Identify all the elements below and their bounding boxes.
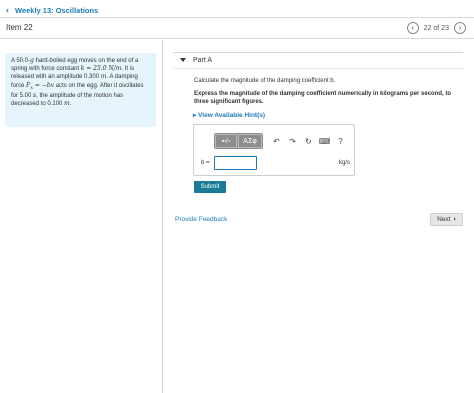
back-link-label: Weekly 13: Oscillations — [15, 5, 99, 15]
back-to-assignment-link[interactable]: ‹ Weekly 13: Oscillations — [6, 4, 98, 16]
answer-input[interactable] — [214, 156, 257, 170]
answer-panel: Part A Calculate the magnitude of the da… — [163, 40, 474, 393]
next-item-button[interactable]: › — [454, 22, 466, 34]
part-a-header[interactable]: Part A — [173, 52, 463, 69]
undo-icon[interactable]: ↶ — [269, 134, 284, 148]
part-label: Part A — [193, 57, 213, 64]
problem-panel: A 50.0-g hard-boiled egg moves on the en… — [0, 40, 163, 393]
item-counter: 22 of 23 — [423, 24, 449, 32]
view-hints-link[interactable]: ▸ View Available Hint(s) — [193, 111, 265, 119]
keyboard-icon[interactable]: ⌨ — [317, 134, 332, 148]
unit-label: kg/s — [339, 160, 351, 166]
chevron-right-icon: › — [458, 23, 462, 32]
item-title: Item 22 — [6, 23, 33, 32]
reset-icon[interactable]: ↻ — [301, 134, 316, 148]
collapse-triangle-icon[interactable] — [180, 58, 186, 62]
problem-statement: A 50.0-g hard-boiled egg moves on the en… — [5, 53, 156, 127]
answer-instructions: Express the magnitude of the damping coe… — [194, 91, 452, 105]
chevron-right-icon: › — [453, 216, 456, 223]
chevron-left-icon: ‹ — [411, 23, 415, 32]
template-group: ▪√▫ ΑΣφ — [214, 133, 263, 149]
templates-button[interactable]: ▪√▫ — [215, 134, 237, 148]
math-toolbar: ▪√▫ ΑΣφ ↶ ↷ ↻ ⌨ ? — [214, 133, 348, 149]
chevron-left-icon: ‹ — [6, 4, 9, 15]
item-pager: ‹ 22 of 23 › — [406, 22, 466, 34]
help-button[interactable]: ? — [333, 134, 348, 148]
greek-symbols-button[interactable]: ΑΣφ — [238, 134, 262, 148]
redo-icon[interactable]: ↷ — [285, 134, 300, 148]
next-button[interactable]: Next › — [430, 213, 463, 226]
answer-entry-box: ▪√▫ ΑΣφ ↶ ↷ ↻ ⌨ ? b = kg/s — [193, 124, 355, 176]
submit-button[interactable]: Submit — [194, 181, 226, 193]
item-header: Item 22 ‹ 22 of 23 › — [0, 17, 474, 39]
answer-row: b = — [201, 156, 257, 170]
question-text: Calculate the magnitude of the damping c… — [194, 78, 336, 84]
provide-feedback-link[interactable]: Provide Feedback — [175, 216, 227, 223]
previous-item-button[interactable]: ‹ — [406, 22, 419, 34]
variable-label: b = — [201, 160, 210, 166]
next-label: Next — [437, 216, 451, 223]
